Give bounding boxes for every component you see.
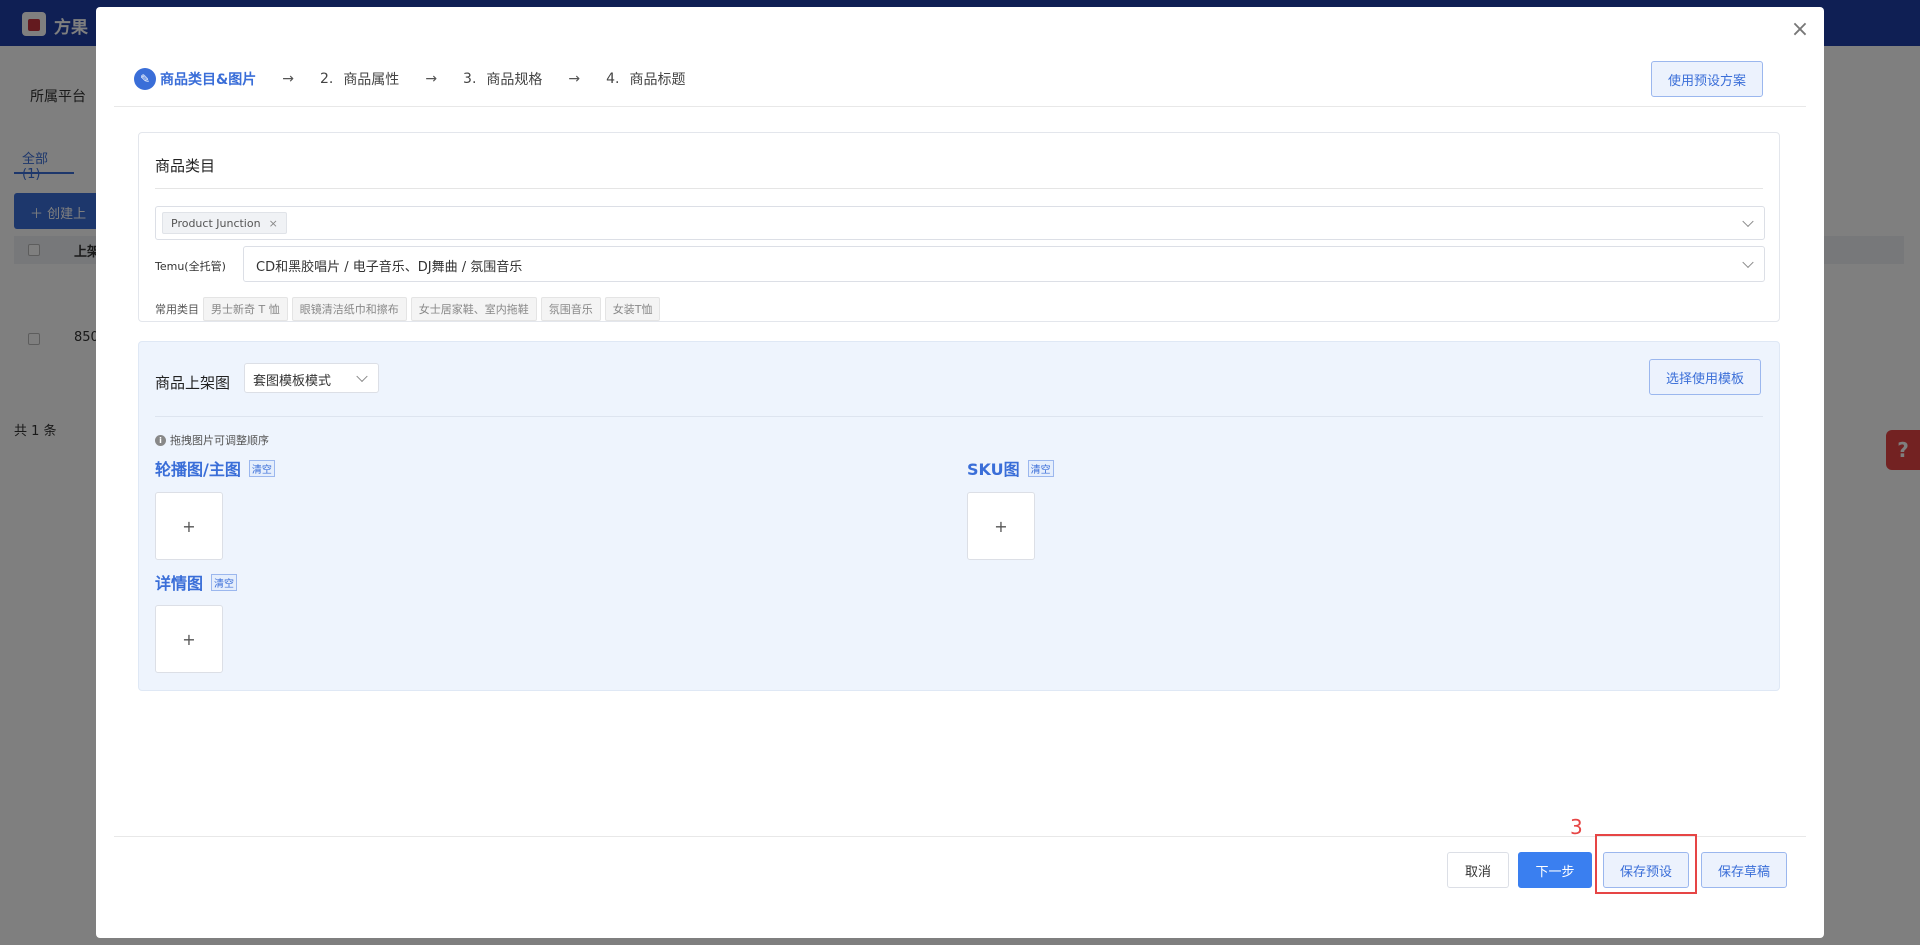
step-4[interactable]: 4. 商品标题 — [606, 69, 685, 89]
carousel-section-label: 轮播图/主图 清空 — [155, 456, 275, 480]
selected-category-tag: Product Junction × — [162, 212, 287, 234]
save-preset-button[interactable]: 保存预设 — [1603, 852, 1689, 888]
info-icon: i — [155, 434, 166, 446]
common-category-chip[interactable]: 女装T恤 — [604, 297, 661, 321]
tag-label: Product Junction — [171, 216, 261, 230]
step-3[interactable]: 3. 商品规格 — [463, 69, 542, 89]
images-divider — [155, 416, 1763, 417]
carousel-upload-box[interactable]: + — [155, 492, 223, 560]
chevron-down-icon — [1742, 215, 1754, 228]
common-category-chip[interactable]: 女士居家鞋、室内拖鞋 — [410, 297, 537, 321]
arrow-right-icon: → — [282, 71, 294, 87]
detail-upload-box[interactable]: + — [155, 605, 223, 673]
choose-template-button[interactable]: 选择使用模板 — [1649, 359, 1761, 395]
step-label: 商品标题 — [629, 72, 686, 88]
common-categories: 常用类目 男士新奇 T 恤 眼镜清洁纸巾和擦布 女士居家鞋、室内拖鞋 氛围音乐 … — [155, 297, 664, 321]
hint-text: 拖拽图片可调整顺序 — [170, 434, 269, 447]
sku-label: SKU图 — [967, 460, 1020, 479]
common-categories-label: 常用类目 — [155, 303, 199, 316]
product-modal: × ✎ 商品类目&图片 → 2. 商品属性 → 3. 商品规格 → 4. 商品标… — [96, 7, 1824, 938]
tag-remove-icon[interactable]: × — [269, 217, 278, 230]
common-category-chip[interactable]: 男士新奇 T 恤 — [203, 297, 288, 321]
common-category-chip[interactable]: 氛围音乐 — [540, 297, 601, 321]
category-card: 商品类目 Product Junction × Temu(全托管) CD和黑胶唱… — [138, 132, 1780, 322]
category-divider — [155, 188, 1763, 189]
listing-images-card: 商品上架图 套图模板模式 选择使用模板 i 拖拽图片可调整顺序 轮播图/主图 清… — [138, 341, 1780, 691]
use-preset-plan-button[interactable]: 使用预设方案 — [1651, 61, 1763, 97]
carousel-label: 轮播图/主图 — [155, 460, 241, 479]
header-divider — [114, 106, 1806, 107]
step-label: 商品类目&图片 — [160, 72, 257, 88]
step-1[interactable]: ✎ 商品类目&图片 — [134, 68, 256, 90]
sku-upload-box[interactable]: + — [967, 492, 1035, 560]
annotation-number: 3 — [1570, 815, 1583, 839]
save-draft-button[interactable]: 保存草稿 — [1701, 852, 1787, 888]
chevron-down-icon — [356, 370, 368, 383]
common-category-chip[interactable]: 眼镜清洁纸巾和擦布 — [291, 297, 407, 321]
listing-images-title: 商品上架图 — [155, 374, 231, 392]
detail-clear-button[interactable]: 清空 — [211, 573, 238, 591]
step-label: 商品属性 — [343, 72, 400, 88]
temu-category-select[interactable]: CD和黑胶唱片 / 电子音乐、DJ舞曲 / 氛围音乐 — [243, 246, 1765, 282]
arrow-right-icon: → — [568, 71, 581, 87]
next-step-button[interactable]: 下一步 — [1518, 852, 1592, 888]
temu-label: Temu(全托管) — [155, 260, 226, 273]
step-number: 3. — [463, 71, 477, 87]
step-indicator: ✎ 商品类目&图片 → 2. 商品属性 → 3. 商品规格 → 4. 商品标题 — [134, 67, 686, 91]
image-mode-value: 套图模板模式 — [253, 374, 332, 389]
image-mode-select[interactable]: 套图模板模式 — [244, 363, 379, 393]
drag-hint: i 拖拽图片可调整顺序 — [155, 432, 269, 448]
close-icon[interactable]: × — [1788, 19, 1812, 43]
category-multi-select[interactable]: Product Junction × — [155, 206, 1765, 240]
step-number: 4. — [606, 71, 620, 87]
carousel-clear-button[interactable]: 清空 — [248, 459, 275, 477]
edit-icon: ✎ — [134, 68, 156, 90]
step-2[interactable]: 2. 商品属性 — [320, 69, 399, 89]
detail-label: 详情图 — [155, 574, 204, 593]
sku-clear-button[interactable]: 清空 — [1027, 459, 1054, 477]
detail-section-label: 详情图 清空 — [155, 570, 238, 594]
cancel-button[interactable]: 取消 — [1447, 852, 1509, 888]
chevron-down-icon — [1742, 256, 1754, 269]
step-label: 商品规格 — [486, 72, 543, 88]
sku-section-label: SKU图 清空 — [967, 456, 1054, 480]
category-title: 商品类目 — [155, 157, 216, 175]
temu-category-value: CD和黑胶唱片 / 电子音乐、DJ舞曲 / 氛围音乐 — [256, 260, 523, 275]
arrow-right-icon: → — [425, 71, 438, 87]
footer-divider — [114, 836, 1806, 837]
step-number: 2. — [319, 71, 334, 87]
